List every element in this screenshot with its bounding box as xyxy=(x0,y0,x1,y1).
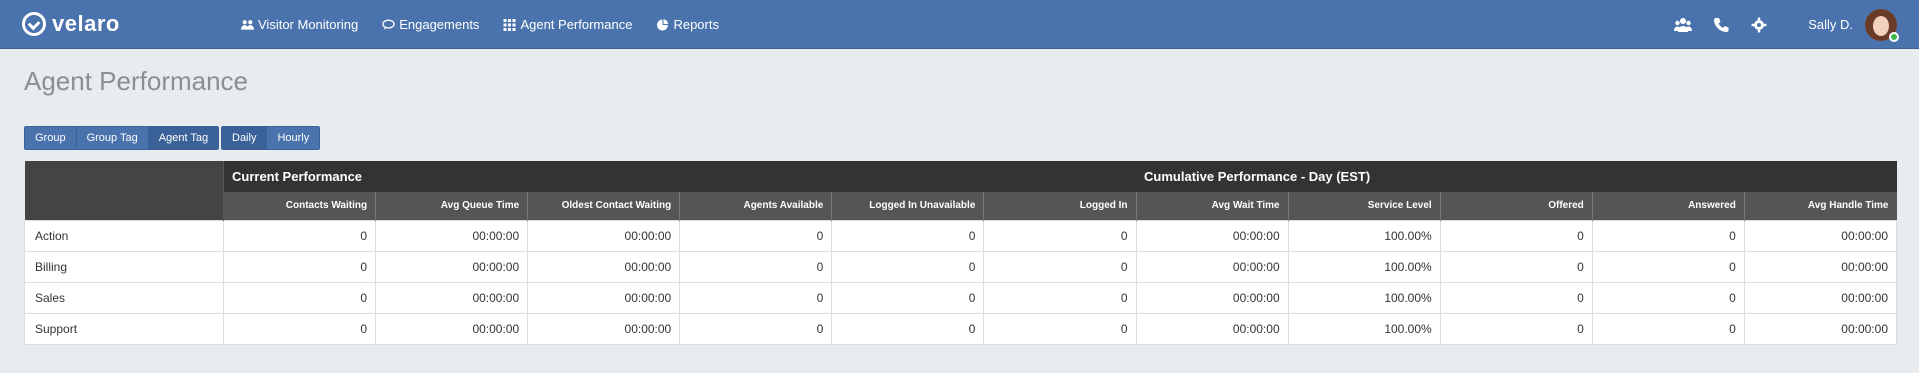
column-header[interactable]: Logged In Unavailable xyxy=(831,192,984,220)
table-cell: 0 xyxy=(679,219,833,252)
table-cell: 00:00:00 xyxy=(527,312,681,345)
table-cell: 00:00:00 xyxy=(1743,281,1898,314)
brand-name: velaro xyxy=(52,11,120,36)
table-cell: 0 xyxy=(222,281,377,314)
group-tag-button[interactable]: Group Tag xyxy=(76,127,149,149)
pie-chart-icon xyxy=(657,18,669,30)
daily-button[interactable]: Daily xyxy=(222,127,268,149)
main-nav: Visitor Monitoring Engagements Agent Per… xyxy=(241,0,743,49)
hourly-button[interactable]: Hourly xyxy=(267,127,320,149)
table-cell: 0 xyxy=(831,281,985,314)
column-header[interactable]: Oldest Contact Waiting xyxy=(527,192,680,220)
table-row: Action 0 00:00:00 00:00:00 0 0 0 00:00:00 100.00… xyxy=(24,219,1898,252)
nav-engagements[interactable]: Engagements xyxy=(382,17,479,32)
header-actions: Sally D. xyxy=(1674,0,1919,49)
table-cell: 0 xyxy=(1591,281,1745,314)
grid-icon xyxy=(503,18,516,31)
nav-agent-performance[interactable]: Agent Performance xyxy=(503,17,632,32)
logo-icon xyxy=(22,12,46,36)
nav-label: Visitor Monitoring xyxy=(258,17,359,32)
table-cell: 00:00:00 xyxy=(375,312,529,345)
nav-label: Reports xyxy=(673,17,719,32)
cumulative-performance-header: Cumulative Performance - Day (EST) xyxy=(1136,161,1897,192)
user-name[interactable]: Sally D. xyxy=(1808,17,1853,32)
nav-visitor-monitoring[interactable]: Visitor Monitoring xyxy=(241,17,358,32)
performance-table: Current Performance Cumulative Performan… xyxy=(24,161,1898,345)
brand-logo[interactable]: velaro xyxy=(22,10,120,38)
table-cell: 0 xyxy=(831,219,985,252)
table-cell: 0 xyxy=(831,312,985,345)
page-title: Agent Performance xyxy=(24,66,249,96)
table-cell: 100.00% xyxy=(1287,219,1441,252)
chat-icon xyxy=(382,19,395,30)
column-header[interactable]: Answered xyxy=(1591,192,1745,220)
table-cell: 00:00:00 xyxy=(1743,219,1898,252)
table-cell: 0 xyxy=(1591,312,1745,345)
table-corner xyxy=(24,161,224,220)
column-header[interactable]: Offered xyxy=(1439,192,1593,220)
table-row: Sales 0 00:00:00 00:00:00 0 0 0 00:00:00 100.00%… xyxy=(24,281,1898,314)
row-label: Action xyxy=(24,219,224,252)
table-cell: 0 xyxy=(831,250,985,283)
row-label: Sales xyxy=(24,281,224,314)
table-cell: 0 xyxy=(1439,281,1593,314)
column-header[interactable]: Logged In xyxy=(983,192,1137,220)
table-cell: 00:00:00 xyxy=(1135,250,1289,283)
online-status-icon xyxy=(1889,31,1899,42)
table-cell: 100.00% xyxy=(1287,250,1441,283)
nav-label: Agent Performance xyxy=(520,17,633,32)
table-cell: 0 xyxy=(222,312,377,345)
top-navbar: velaro Visitor Monitoring Engagements Ag… xyxy=(0,0,1919,49)
table-cell: 0 xyxy=(983,250,1137,283)
table-cell: 00:00:00 xyxy=(527,219,681,252)
agent-tag-button[interactable]: Agent Tag xyxy=(148,127,219,149)
team-icon[interactable] xyxy=(1674,16,1693,34)
table-cell: 0 xyxy=(1439,312,1593,345)
table-cell: 00:00:00 xyxy=(375,281,529,314)
nav-label: Engagements xyxy=(399,17,480,32)
group-button[interactable]: Group xyxy=(25,127,77,149)
table-cell: 0 xyxy=(983,219,1137,252)
column-header[interactable]: Agents Available xyxy=(679,192,832,220)
interval-toggle: Daily Hourly xyxy=(221,126,321,150)
grouping-toggle: Group Group Tag Agent Tag xyxy=(24,126,220,150)
table-cell: 00:00:00 xyxy=(1743,250,1898,283)
users-icon xyxy=(241,19,254,30)
table-cell: 00:00:00 xyxy=(1135,312,1289,345)
nav-reports[interactable]: Reports xyxy=(656,17,719,32)
table-cell: 0 xyxy=(1591,219,1745,252)
table-cell: 100.00% xyxy=(1287,281,1441,314)
table-cell: 0 xyxy=(679,250,833,283)
table-cell: 0 xyxy=(679,281,833,314)
phone-icon[interactable] xyxy=(1712,16,1730,34)
table-cell: 00:00:00 xyxy=(527,250,681,283)
column-header[interactable]: Service Level xyxy=(1287,192,1441,220)
column-header[interactable]: Avg Queue Time xyxy=(375,192,528,220)
column-header[interactable]: Avg Wait Time xyxy=(1135,192,1289,220)
table-cell: 0 xyxy=(1591,250,1745,283)
table-cell: 100.00% xyxy=(1287,312,1441,345)
avatar[interactable] xyxy=(1865,8,1899,42)
table-cell: 0 xyxy=(983,312,1137,345)
table-cell: 00:00:00 xyxy=(375,219,529,252)
table-cell: 0 xyxy=(1439,250,1593,283)
table-cell: 00:00:00 xyxy=(1743,312,1898,345)
table-cell: 0 xyxy=(679,312,833,345)
table-cell: 0 xyxy=(222,250,377,283)
column-header[interactable]: Contacts Waiting xyxy=(222,192,376,220)
table-cell: 00:00:00 xyxy=(1135,281,1289,314)
row-label: Billing xyxy=(24,250,224,283)
table-cell: 00:00:00 xyxy=(1135,219,1289,252)
table-row: Support 0 00:00:00 00:00:00 0 0 0 00:00:00 100.0… xyxy=(24,312,1898,345)
row-label: Support xyxy=(24,312,224,345)
table-cell: 0 xyxy=(222,219,377,252)
current-performance-header: Current Performance xyxy=(223,161,1137,192)
table-row: Billing 0 00:00:00 00:00:00 0 0 0 00:00:00 100.0… xyxy=(24,250,1898,283)
table-cell: 0 xyxy=(983,281,1137,314)
column-header[interactable]: Avg Handle Time xyxy=(1743,192,1897,220)
table-cell: 0 xyxy=(1439,219,1593,252)
table-cell: 00:00:00 xyxy=(527,281,681,314)
table-cell: 00:00:00 xyxy=(375,250,529,283)
gear-icon[interactable] xyxy=(1750,16,1768,34)
